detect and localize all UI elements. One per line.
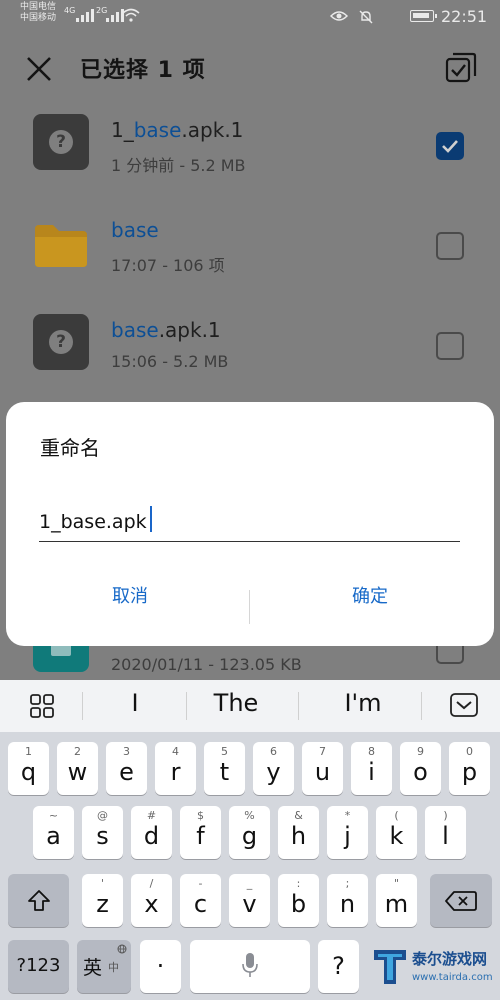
suggestion-bar: I The I'm	[0, 680, 500, 732]
file-name: base.apk.1	[111, 318, 221, 342]
checkbox-checked[interactable]	[436, 132, 464, 160]
file-meta: 2020/01/11 - 123.05 KB	[111, 655, 302, 674]
selection-toolbar: 已选择 1 项	[0, 40, 500, 98]
status-bar: 中国电信 中国移动 4G 2G 22:51	[0, 0, 500, 34]
shift-icon	[28, 890, 50, 911]
file-meta: 15:06 - 5.2 MB	[111, 352, 229, 371]
key-n[interactable]: ; n	[327, 874, 368, 927]
key-u[interactable]: 7u	[302, 742, 343, 795]
suggestion-divider	[298, 692, 299, 720]
key-w[interactable]: 2w	[57, 742, 98, 795]
language-key[interactable]: 英 中	[77, 940, 131, 993]
key-g[interactable]: % g	[229, 806, 270, 859]
key-p[interactable]: 0p	[449, 742, 490, 795]
file-name: 1_base.apk.1	[111, 118, 244, 142]
confirm-button[interactable]: 确定	[270, 582, 470, 608]
key-t[interactable]: 5t	[204, 742, 245, 795]
file-name: base	[111, 218, 159, 242]
key-c[interactable]: -c	[180, 874, 221, 927]
wifi-icon	[122, 8, 140, 22]
cancel-button[interactable]: 取消	[30, 582, 230, 608]
file-meta: 17:07 - 106 项	[111, 256, 225, 275]
list-item[interactable]: ? 1_base.apk.1 1 分钟前 - 5.2 MB	[0, 98, 500, 198]
signal-icon	[76, 9, 94, 22]
key-q[interactable]: 1q	[8, 742, 49, 795]
carrier-2: 中国移动	[20, 13, 57, 23]
network-type-1: 4G	[64, 6, 76, 15]
key-b[interactable]: :b	[278, 874, 319, 927]
numbers-key[interactable]: ?123	[8, 940, 69, 993]
grid-menu-icon[interactable]	[29, 693, 55, 719]
battery-icon	[410, 10, 437, 22]
backspace-key[interactable]	[430, 874, 492, 927]
unknown-file-icon: ?	[33, 114, 89, 170]
watermark-brand: 泰尔游戏网	[412, 950, 488, 968]
keyboard-collapse-icon[interactable]	[450, 693, 478, 717]
key-f[interactable]: $ f	[180, 806, 221, 859]
dialog-title: 重命名	[40, 436, 100, 460]
select-all-icon[interactable]	[444, 51, 478, 85]
suggestion-divider	[421, 692, 422, 720]
globe-icon	[117, 944, 127, 954]
key-j[interactable]: * j	[327, 806, 368, 859]
question-key[interactable]: ?	[318, 940, 359, 993]
rename-input[interactable]	[39, 506, 460, 542]
text-caret	[150, 506, 152, 532]
brand-logo-icon	[374, 950, 406, 984]
key-y[interactable]: 6y	[253, 742, 294, 795]
key-d[interactable]: # d	[131, 806, 172, 859]
key-a[interactable]: ~ a	[33, 806, 74, 859]
button-divider	[249, 590, 250, 624]
carrier-1: 中国电信	[20, 2, 57, 12]
suggestion-word[interactable]: I	[85, 689, 185, 717]
close-icon[interactable]	[22, 52, 56, 86]
eye-icon	[330, 11, 348, 21]
key-l[interactable]: ) l	[425, 806, 466, 859]
file-meta: 1 分钟前 - 5.2 MB	[111, 156, 246, 175]
checkbox[interactable]	[436, 332, 464, 360]
key-r[interactable]: 4r	[155, 742, 196, 795]
key-m[interactable]: " m	[376, 874, 417, 927]
clock: 22:51	[441, 7, 488, 26]
suggestion-word[interactable]: The	[186, 689, 286, 717]
key-e[interactable]: 3e	[106, 742, 147, 795]
key-s[interactable]: @ s	[82, 806, 123, 859]
folder-icon	[35, 225, 87, 267]
shift-key[interactable]	[8, 874, 69, 927]
soft-keyboard: I The I'm 1q 2w 3e 4r 5t 6y 7u 8i 9o 0p …	[0, 680, 500, 1000]
check-icon	[442, 140, 458, 153]
unknown-file-icon: ?	[33, 314, 89, 370]
rename-dialog: 重命名 取消 确定	[6, 402, 494, 646]
key-k[interactable]: (k	[376, 806, 417, 859]
suggestion-divider	[82, 692, 83, 720]
key-v[interactable]: _ v	[229, 874, 270, 927]
mute-bell-icon	[359, 10, 373, 24]
carrier-labels: 中国电信 中国移动	[20, 2, 56, 24]
key-h[interactable]: & h	[278, 806, 319, 859]
suggestion-word[interactable]: I'm	[313, 689, 413, 717]
key-x[interactable]: / x	[131, 874, 172, 927]
key-z[interactable]: ' z	[82, 874, 123, 927]
backspace-icon	[445, 891, 477, 911]
watermark-logo: 泰尔游戏网 www.tairda.com	[370, 942, 496, 998]
list-item[interactable]: ? base.apk.1 15:06 - 5.2 MB	[0, 298, 500, 398]
watermark-url: www.tairda.com	[412, 972, 493, 983]
list-item[interactable]: base 17:07 - 106 项	[0, 198, 500, 298]
status-icons	[330, 9, 374, 25]
microphone-icon	[242, 953, 258, 977]
key-i[interactable]: 8i	[351, 742, 392, 795]
space-key[interactable]	[190, 940, 310, 993]
key-o[interactable]: 9o	[400, 742, 441, 795]
page-title: 已选择 1 项	[80, 58, 206, 83]
dot-key[interactable]: ·	[140, 940, 181, 993]
checkbox[interactable]	[436, 232, 464, 260]
